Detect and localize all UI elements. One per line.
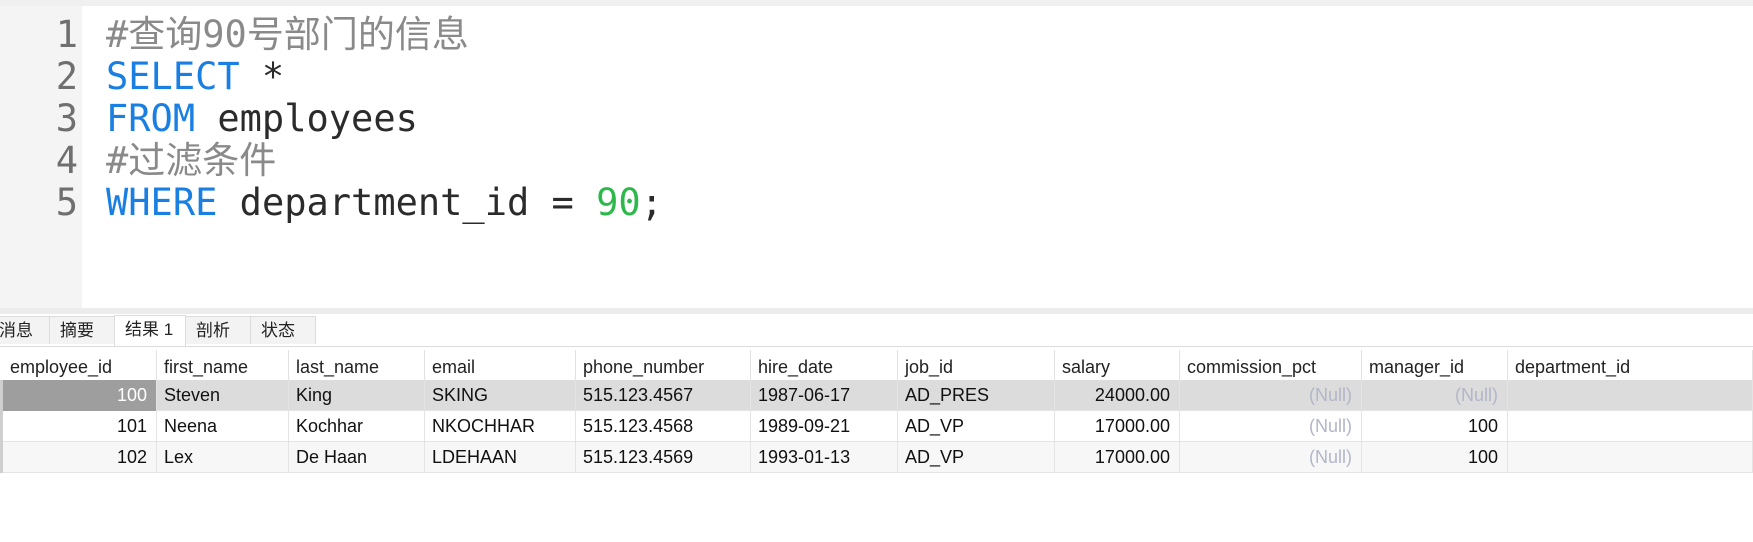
cell-email[interactable]: SKING: [425, 380, 576, 411]
table-row[interactable]: 102 Lex De Haan LDEHAAN 515.123.4569 1993-01-…: [0, 442, 1753, 473]
cell-first-name[interactable]: Steven: [157, 380, 289, 411]
table-row[interactable]: 101 Neena Kochhar NKOCHHAR 515.123.4568 1989-…: [0, 411, 1753, 442]
cell-commission-pct[interactable]: (Null): [1180, 380, 1362, 411]
sql-keyword: SELECT: [106, 55, 240, 98]
cell-manager-id[interactable]: 100: [1362, 442, 1508, 473]
row-selector-edge: [0, 380, 3, 473]
cell-employee-id[interactable]: 100: [3, 380, 157, 411]
code-line[interactable]: 3 FROM employees: [0, 95, 1753, 142]
line-number: 1: [55, 13, 78, 56]
cell-hire-date[interactable]: 1989-09-21: [751, 411, 898, 442]
cell-last-name[interactable]: King: [289, 380, 425, 411]
sql-comment: #过滤条件: [106, 139, 277, 182]
cell-last-name[interactable]: De Haan: [289, 442, 425, 473]
column-header-phone-number[interactable]: phone_number: [576, 350, 751, 380]
cell-hire-date[interactable]: 1987-06-17: [751, 380, 898, 411]
cell-job-id[interactable]: AD_VP: [898, 442, 1055, 473]
cell-department-id[interactable]: [1508, 380, 1753, 411]
column-header-employee-id[interactable]: employee_id: [3, 350, 157, 380]
sql-keyword: FROM: [106, 97, 196, 140]
column-header-salary[interactable]: salary: [1055, 350, 1180, 380]
code-line[interactable]: 5 WHERE department_id = 90;: [0, 179, 1753, 226]
tab-3[interactable]: 结果 1: [114, 315, 186, 346]
code-text: SELECT *: [106, 53, 284, 100]
cell-commission-pct[interactable]: (Null): [1180, 411, 1362, 442]
column-header-first-name[interactable]: first_name: [157, 350, 289, 380]
grid-header: employee_id first_name last_name email phone…: [0, 350, 1753, 380]
cell-job-id[interactable]: AD_VP: [898, 411, 1055, 442]
code-text: FROM employees: [106, 95, 418, 142]
line-number: 3: [55, 97, 78, 140]
code-text: #过滤条件: [106, 137, 276, 184]
column-header-job-id[interactable]: job_id: [898, 350, 1055, 380]
cell-first-name[interactable]: Neena: [157, 411, 289, 442]
cell-email[interactable]: NKOCHHAR: [425, 411, 576, 442]
cell-last-name[interactable]: Kochhar: [289, 411, 425, 442]
cell-hire-date[interactable]: 1993-01-13: [751, 442, 898, 473]
result-tab-bar: 消息 摘要 结果 1 剖析 状态: [0, 314, 1753, 347]
cell-phone-number[interactable]: 515.123.4568: [576, 411, 751, 442]
table-row[interactable]: 100 Steven King SKING 515.123.4567 1987-06-17…: [0, 380, 1753, 411]
column-header-department-id[interactable]: department_id: [1508, 350, 1753, 380]
sql-text: employees: [195, 97, 418, 140]
column-header-last-name[interactable]: last_name: [289, 350, 425, 380]
cell-phone-number[interactable]: 515.123.4569: [576, 442, 751, 473]
code-text: WHERE department_id = 90;: [106, 179, 663, 226]
code-line[interactable]: 4 #过滤条件: [0, 137, 1753, 184]
code-text: #查询90号部门的信息: [106, 11, 469, 58]
tab-2[interactable]: 摘要: [49, 316, 115, 344]
cell-job-id[interactable]: AD_PRES: [898, 380, 1055, 411]
cell-salary[interactable]: 17000.00: [1055, 442, 1180, 473]
tab-5[interactable]: 状态: [250, 316, 316, 344]
column-header-hire-date[interactable]: hire_date: [751, 350, 898, 380]
sql-comment: #查询90号部门的信息: [106, 13, 469, 56]
sql-text: ;: [640, 181, 663, 224]
code-line[interactable]: 1 #查询90号部门的信息: [0, 11, 1753, 58]
cell-employee-id[interactable]: 101: [3, 411, 157, 442]
column-header-email[interactable]: email: [425, 350, 576, 380]
cell-email[interactable]: LDEHAAN: [425, 442, 576, 473]
cell-department-id[interactable]: [1508, 411, 1753, 442]
cell-salary[interactable]: 17000.00: [1055, 411, 1180, 442]
sql-text: department_id =: [217, 181, 597, 224]
sql-text: *: [239, 55, 285, 98]
sql-editor[interactable]: 1 #查询90号部门的信息 2 SELECT * 3 FROM employees 4 #过滤…: [0, 6, 1753, 308]
tab-4[interactable]: 剖析: [185, 316, 251, 344]
sql-keyword: WHERE: [106, 181, 218, 224]
line-number: 5: [55, 181, 78, 224]
column-header-commission-pct[interactable]: commission_pct: [1180, 350, 1362, 380]
tab-1[interactable]: 消息: [0, 316, 50, 344]
line-number: 2: [55, 55, 78, 98]
cell-employee-id[interactable]: 102: [3, 442, 157, 473]
line-number: 4: [55, 139, 78, 182]
column-header-manager-id[interactable]: manager_id: [1362, 350, 1508, 380]
cell-manager-id[interactable]: 100: [1362, 411, 1508, 442]
cell-first-name[interactable]: Lex: [157, 442, 289, 473]
code-line[interactable]: 2 SELECT *: [0, 53, 1753, 100]
cell-department-id[interactable]: [1508, 442, 1753, 473]
cell-phone-number[interactable]: 515.123.4567: [576, 380, 751, 411]
cell-commission-pct[interactable]: (Null): [1180, 442, 1362, 473]
cell-manager-id[interactable]: (Null): [1362, 380, 1508, 411]
cell-salary[interactable]: 24000.00: [1055, 380, 1180, 411]
sql-number: 90: [596, 181, 641, 224]
